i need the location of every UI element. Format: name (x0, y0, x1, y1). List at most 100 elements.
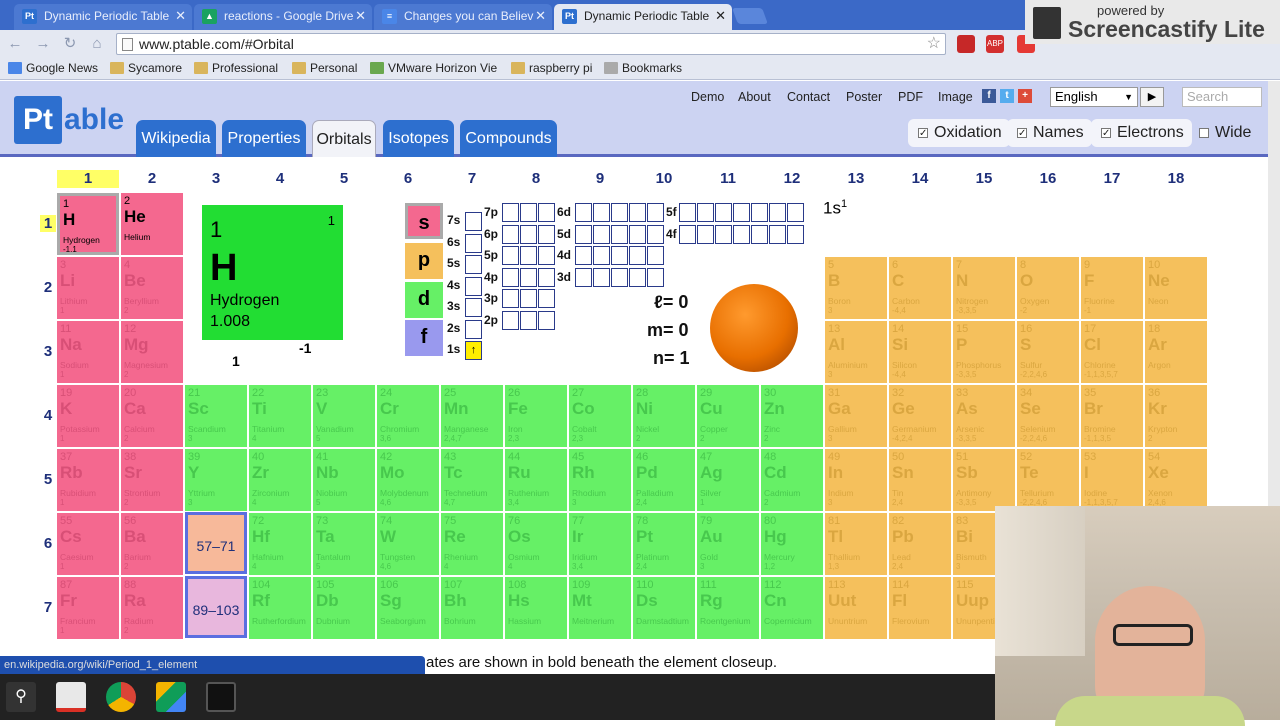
orbital-box-6s[interactable] (465, 233, 482, 253)
orbital-box-6p[interactable] (502, 224, 519, 244)
orbital-box-3s[interactable] (465, 298, 482, 317)
actinides-placeholder[interactable]: 89–103 (185, 576, 247, 638)
orbital-box-4f[interactable] (733, 224, 750, 244)
element-cell-i[interactable]: 53 I Iodine -1,1,3,5,7 (1081, 449, 1143, 511)
link-image[interactable]: Image (938, 90, 973, 104)
element-cell-ga[interactable]: 31 Ga Gallium 3 (825, 385, 887, 447)
block-d-button[interactable]: d (405, 282, 443, 318)
element-cell-be[interactable]: 4 Be Beryllium 2 (121, 257, 183, 319)
element-cell-se[interactable]: 34 Se Selenium -2,2,4,6 (1017, 385, 1079, 447)
close-icon[interactable]: ✕ (175, 4, 186, 28)
element-cell-cr[interactable]: 24 Cr Chromium 3,6 (377, 385, 439, 447)
orbital-box-5p[interactable] (538, 246, 555, 265)
ptable-logo[interactable]: Pt (14, 96, 62, 144)
orbital-box-4d[interactable] (647, 246, 664, 265)
checkbox-checked-icon[interactable]: ✓ (1017, 128, 1027, 139)
group-number[interactable]: 6 (377, 170, 439, 188)
option-electrons[interactable]: ✓ Electrons (1091, 119, 1192, 147)
orbital-box-5d[interactable] (629, 224, 646, 244)
orbital-box-4f[interactable] (769, 224, 786, 244)
element-cell-fe[interactable]: 26 Fe Iron 2,3 (505, 385, 567, 447)
orbital-box-6d[interactable] (629, 203, 646, 222)
orbital-box-7p[interactable] (538, 203, 555, 222)
element-cell-cd[interactable]: 48 Cd Cadmium 2 (761, 449, 823, 511)
element-cell-co[interactable]: 27 Co Cobalt 2,3 (569, 385, 631, 447)
lanthanides-placeholder[interactable]: 57–71 (185, 512, 247, 574)
orbital-box-3d[interactable] (647, 267, 664, 287)
orbital-box-3d[interactable] (611, 267, 628, 287)
group-number[interactable]: 7 (441, 170, 503, 188)
group-number[interactable]: 10 (633, 170, 695, 188)
element-cell-ru[interactable]: 44 Ru Ruthenium 3,4 (505, 449, 567, 511)
orbital-box-2s[interactable] (465, 319, 482, 339)
orbital-box-6d[interactable] (575, 203, 592, 222)
element-cell-ag[interactable]: 47 Ag Silver 1 (697, 449, 759, 511)
element-cell-fr[interactable]: 87 Fr Francium 1 (57, 577, 119, 639)
option-wide[interactable]: Wide (1189, 119, 1259, 147)
orbital-box-3p[interactable] (520, 289, 537, 308)
element-cell-w[interactable]: 74 W Tungsten 4,6 (377, 513, 439, 575)
orbital-box-3d[interactable] (629, 267, 646, 287)
orbital-box-4f[interactable] (715, 224, 732, 244)
option-names[interactable]: ✓ Names (1007, 119, 1092, 147)
orbital-box-4f[interactable] (697, 224, 714, 244)
orbital-box-3p[interactable] (538, 289, 555, 308)
new-tab-button[interactable] (732, 8, 768, 24)
element-cell-ni[interactable]: 28 Ni Nickel 2 (633, 385, 695, 447)
element-cell-c[interactable]: 6 C Carbon -4,4 (889, 257, 951, 319)
block-f-button[interactable]: f (405, 320, 443, 356)
element-cell-te[interactable]: 52 Te Tellurium -2,2,4,6 (1017, 449, 1079, 511)
element-cell-sb[interactable]: 51 Sb Antimony -3,3,5 (953, 449, 1015, 511)
tab-compounds[interactable]: Compounds (460, 120, 557, 157)
element-cell-hg[interactable]: 80 Hg Mercury 1,2 (761, 513, 823, 575)
gmail-icon[interactable] (56, 682, 86, 712)
element-cell-al[interactable]: 13 Al Aluminium 3 (825, 321, 887, 383)
orbital-box-4f[interactable] (787, 224, 804, 244)
group-number[interactable]: 15 (953, 170, 1015, 188)
orbital-box-6d[interactable] (593, 203, 610, 222)
period-number[interactable]: 5 (40, 471, 56, 488)
bookmark-google-news[interactable]: Google News (8, 61, 98, 75)
extension-red-icon[interactable] (957, 35, 975, 53)
element-cell-xe[interactable]: 54 Xe Xenon 2,4,6 (1145, 449, 1207, 511)
block-p-button[interactable]: p (405, 243, 443, 279)
element-cell-kr[interactable]: 36 Kr Krypton 2 (1145, 385, 1207, 447)
orbital-box-7s[interactable] (465, 212, 482, 231)
orbital-box-5f[interactable] (787, 203, 804, 222)
orbital-sphere-3d[interactable] (710, 284, 798, 372)
orbital-box-4d[interactable] (575, 246, 592, 265)
element-cell-ne[interactable]: 10 Ne Neon (1145, 257, 1207, 319)
address-bar[interactable]: www.ptable.com/#Orbital ☆ (116, 33, 946, 55)
element-cell-pb[interactable]: 82 Pb Lead 2,4 (889, 513, 951, 575)
tab-dynamic-periodic-table-1[interactable]: Pt Dynamic Periodic Table ✕ (14, 4, 192, 30)
orbital-box-6p[interactable] (520, 224, 537, 244)
element-cell-pd[interactable]: 46 Pd Palladium 2,4 (633, 449, 695, 511)
element-cell-rg[interactable]: 111 Rg Roentgenium (697, 577, 759, 639)
element-cell-na[interactable]: 11 Na Sodium 1 (57, 321, 119, 383)
group-number[interactable]: 16 (1017, 170, 1079, 188)
orbital-box-5f[interactable] (679, 203, 696, 222)
element-cell-cl[interactable]: 17 Cl Chlorine -1,1,3,5,7 (1081, 321, 1143, 383)
orbital-box-4p[interactable] (538, 267, 555, 287)
orbital-box-2p[interactable] (502, 310, 519, 330)
tab-dynamic-periodic-table-active[interactable]: Pt Dynamic Periodic Table ✕ (554, 4, 732, 30)
element-cell-as[interactable]: 33 As Arsenic -3,3,5 (953, 385, 1015, 447)
element-cell-zr[interactable]: 40 Zr Zirconium 4 (249, 449, 311, 511)
element-cell-hf[interactable]: 72 Hf Hafnium 4 (249, 513, 311, 575)
element-cell-ti[interactable]: 22 Ti Titanium 4 (249, 385, 311, 447)
facebook-icon[interactable]: f (982, 89, 996, 103)
element-cell-sr[interactable]: 38 Sr Strontium 2 (121, 449, 183, 511)
bookmark-star-icon[interactable]: ☆ (927, 34, 941, 54)
orbital-box-3d[interactable] (575, 267, 592, 287)
bookmark-vmware[interactable]: VMware Horizon Vie (370, 61, 497, 75)
orbital-box-5d[interactable] (575, 224, 592, 244)
element-cell-ar[interactable]: 18 Ar Argon (1145, 321, 1207, 383)
google-drive-icon[interactable] (156, 682, 186, 712)
link-poster[interactable]: Poster (846, 90, 882, 104)
period-number[interactable]: 3 (40, 343, 56, 360)
orbital-box-5f[interactable] (697, 203, 714, 222)
element-cell-ds[interactable]: 110 Ds Darmstadtium (633, 577, 695, 639)
element-cell-mn[interactable]: 25 Mn Manganese 2,4,7 (441, 385, 503, 447)
element-cell-hs[interactable]: 108 Hs Hassium (505, 577, 567, 639)
orbital-box-3d[interactable] (593, 267, 610, 287)
